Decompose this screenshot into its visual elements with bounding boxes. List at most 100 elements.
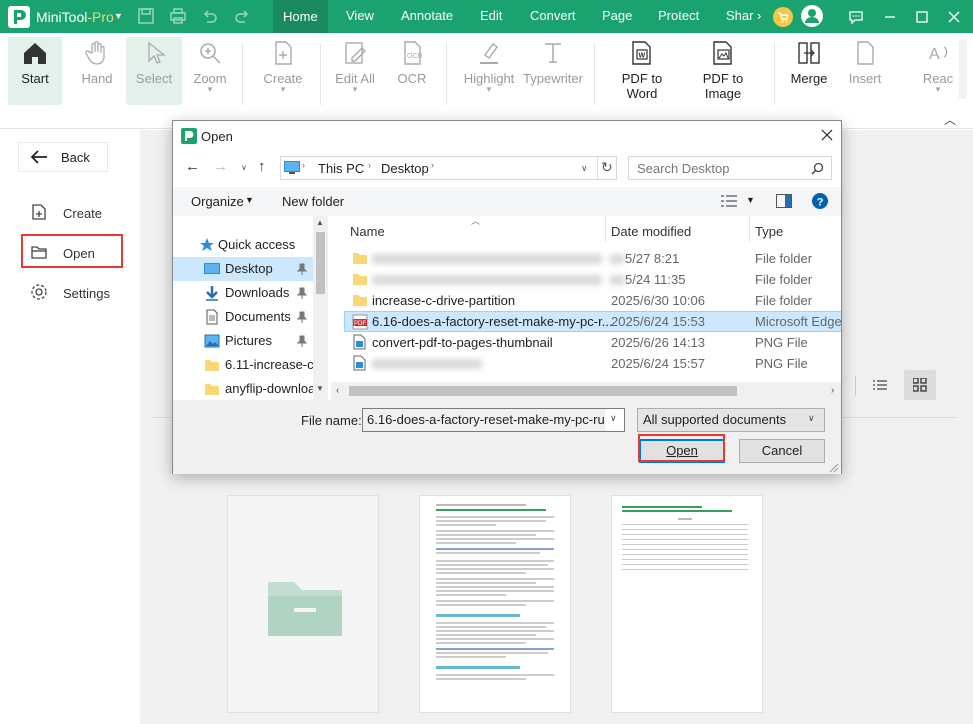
merge-button[interactable]: Merge [786,37,832,105]
print-icon[interactable] [169,7,187,25]
menu-edit[interactable]: Edit [480,8,502,23]
view-dropdown-icon[interactable]: ▼ [746,195,755,205]
grid-view-button[interactable] [904,370,936,400]
view-options-icon[interactable] [721,195,737,207]
menu-view[interactable]: View [346,8,374,23]
start-button[interactable]: Start [8,37,62,105]
organize-dropdown-icon[interactable]: ▼ [245,195,254,205]
pdf-to-word-button[interactable]: W PDF to Word [606,37,678,105]
file-row[interactable]: 2025/6/24 15:57 PNG File [344,353,841,374]
nav-item-desktop[interactable]: Desktop [173,257,313,281]
nav-item-folder[interactable]: 6.11-increase-c- [173,353,318,377]
create-button[interactable]: Create ▼ [258,37,308,105]
list-view-icon[interactable] [873,378,887,392]
nav-item-downloads[interactable]: Downloads [173,281,313,305]
file-row[interactable]: 5/24 11:35 File folder [344,269,841,290]
zoom-button[interactable]: Zoom ▼ [186,37,234,105]
cancel-button-label: Cancel [761,443,803,458]
file-row-selected[interactable]: PDF 6.16-does-a-factory-reset-make-my-pc… [344,311,841,332]
nav-up-icon[interactable]: ↑ [258,158,266,175]
nav-item-pictures[interactable]: Pictures [173,329,313,353]
file-type-select[interactable]: All supported documents ∨ [637,408,825,432]
file-name-dropdown[interactable]: ∨ [605,409,624,431]
file-row[interactable]: convert-pdf-to-pages-thumbnail 2025/6/26… [344,332,841,353]
minimize-icon[interactable] [882,9,898,25]
redo-icon[interactable] [233,7,251,25]
file-date: 2025/6/24 15:53 [611,314,705,329]
organize-menu[interactable]: Organize [191,194,244,209]
svg-text:OCR: OCR [407,53,423,60]
nav-item-label: 6.11-increase-c- [225,357,318,372]
help-icon[interactable]: ? [812,193,828,209]
read-dropdown-arrow-icon[interactable]: ▼ [920,86,956,94]
preview-pane-icon[interactable] [776,194,792,208]
recent-locations-icon[interactable]: ∨ [241,163,247,172]
menu-page[interactable]: Page [602,8,632,23]
close-icon[interactable] [946,9,962,25]
read-button[interactable]: A Reac ▼ [920,37,956,105]
pdf-to-image-button[interactable]: PDF to Image [686,37,760,105]
back-button[interactable]: Back [18,142,108,172]
menu-protect[interactable]: Protect [658,8,699,23]
scroll-left-icon[interactable]: ‹ [336,385,339,396]
highlight-button[interactable]: Highlight ▼ [460,37,518,105]
collapse-ribbon-icon[interactable]: ︿ [944,111,956,128]
zoom-dropdown-arrow-icon[interactable]: ▼ [186,86,234,94]
column-header-name[interactable]: Name [350,224,385,239]
menu-scroll-right-icon[interactable]: › [757,8,761,23]
open-button-highlight-box [638,434,725,462]
app-menu-arrow-icon[interactable]: ▼ [114,11,123,21]
breadcrumb-this-pc[interactable]: This PC [318,161,364,176]
search-input[interactable]: Search Desktop [628,156,832,180]
nav-forward-icon[interactable]: → [213,158,228,175]
horizontal-scrollbar[interactable]: ‹ › [331,382,841,400]
nav-item-folder[interactable]: anyflip-downloa [173,377,315,400]
file-row[interactable]: 5/27 8:21 File folder [344,248,841,269]
user-avatar-icon[interactable] [801,5,823,27]
highlight-dropdown-arrow-icon[interactable]: ▼ [460,86,518,94]
insert-button[interactable]: Insert [844,37,886,105]
hand-button[interactable]: Hand [72,37,122,105]
nav-item-quick-access[interactable]: Quick access [173,233,313,257]
nav-item-documents[interactable]: Documents [173,305,313,329]
ocr-button[interactable]: OCR OCR [390,37,434,105]
select-button[interactable]: Select [126,37,182,105]
maximize-icon[interactable] [914,9,930,25]
column-header-type[interactable]: Type [755,224,783,239]
file-row[interactable]: increase-c-drive-partition 2025/6/30 10:… [344,290,841,311]
column-header-date[interactable]: Date modified [611,224,691,239]
edit-all-dropdown-arrow-icon[interactable]: ▼ [330,86,380,94]
horizontal-scroll-thumb[interactable] [349,386,737,396]
nav-scroll-thumb[interactable] [316,232,325,294]
address-bar[interactable]: › This PC › Desktop › ∨ ↻ [280,156,617,180]
scroll-down-icon[interactable]: ▼ [316,384,324,393]
scroll-right-icon[interactable]: › [831,385,834,396]
resize-grip-icon[interactable] [827,461,839,473]
menu-annotate[interactable]: Annotate [401,8,453,23]
arrow-left-icon [30,150,47,164]
refresh-icon[interactable]: ↻ [601,159,613,176]
recent-file-thumbnail[interactable] [611,495,763,713]
nav-back-icon[interactable]: ← [185,158,200,175]
undo-icon[interactable] [201,7,219,25]
recent-file-thumbnail[interactable] [419,495,571,713]
typewriter-button[interactable]: Typewriter [522,37,584,105]
menu-share[interactable]: Shar [726,8,753,23]
open-file-card[interactable] [227,495,379,713]
breadcrumb-desktop[interactable]: Desktop [381,161,429,176]
dialog-close-icon[interactable] [821,129,833,141]
file-name-input[interactable]: 6.16-does-a-factory-reset-make-my-pc-run… [362,408,625,432]
new-folder-button[interactable]: New folder [282,194,344,209]
scroll-up-icon[interactable]: ▲ [316,218,324,227]
create-dropdown-arrow-icon[interactable]: ▼ [258,86,308,94]
ribbon-scrollbar[interactable] [959,39,967,99]
feedback-icon[interactable] [848,9,864,25]
nav-scrollbar[interactable]: ▲ ▼ [313,216,328,400]
menu-home[interactable]: Home [273,0,328,33]
menu-convert[interactable]: Convert [530,8,576,23]
cancel-button[interactable]: Cancel [739,439,825,463]
cart-icon[interactable] [773,7,793,27]
save-icon[interactable] [137,7,155,25]
edit-all-button[interactable]: Edit All ▼ [330,37,380,105]
address-dropdown-icon[interactable]: ∨ [581,163,588,174]
